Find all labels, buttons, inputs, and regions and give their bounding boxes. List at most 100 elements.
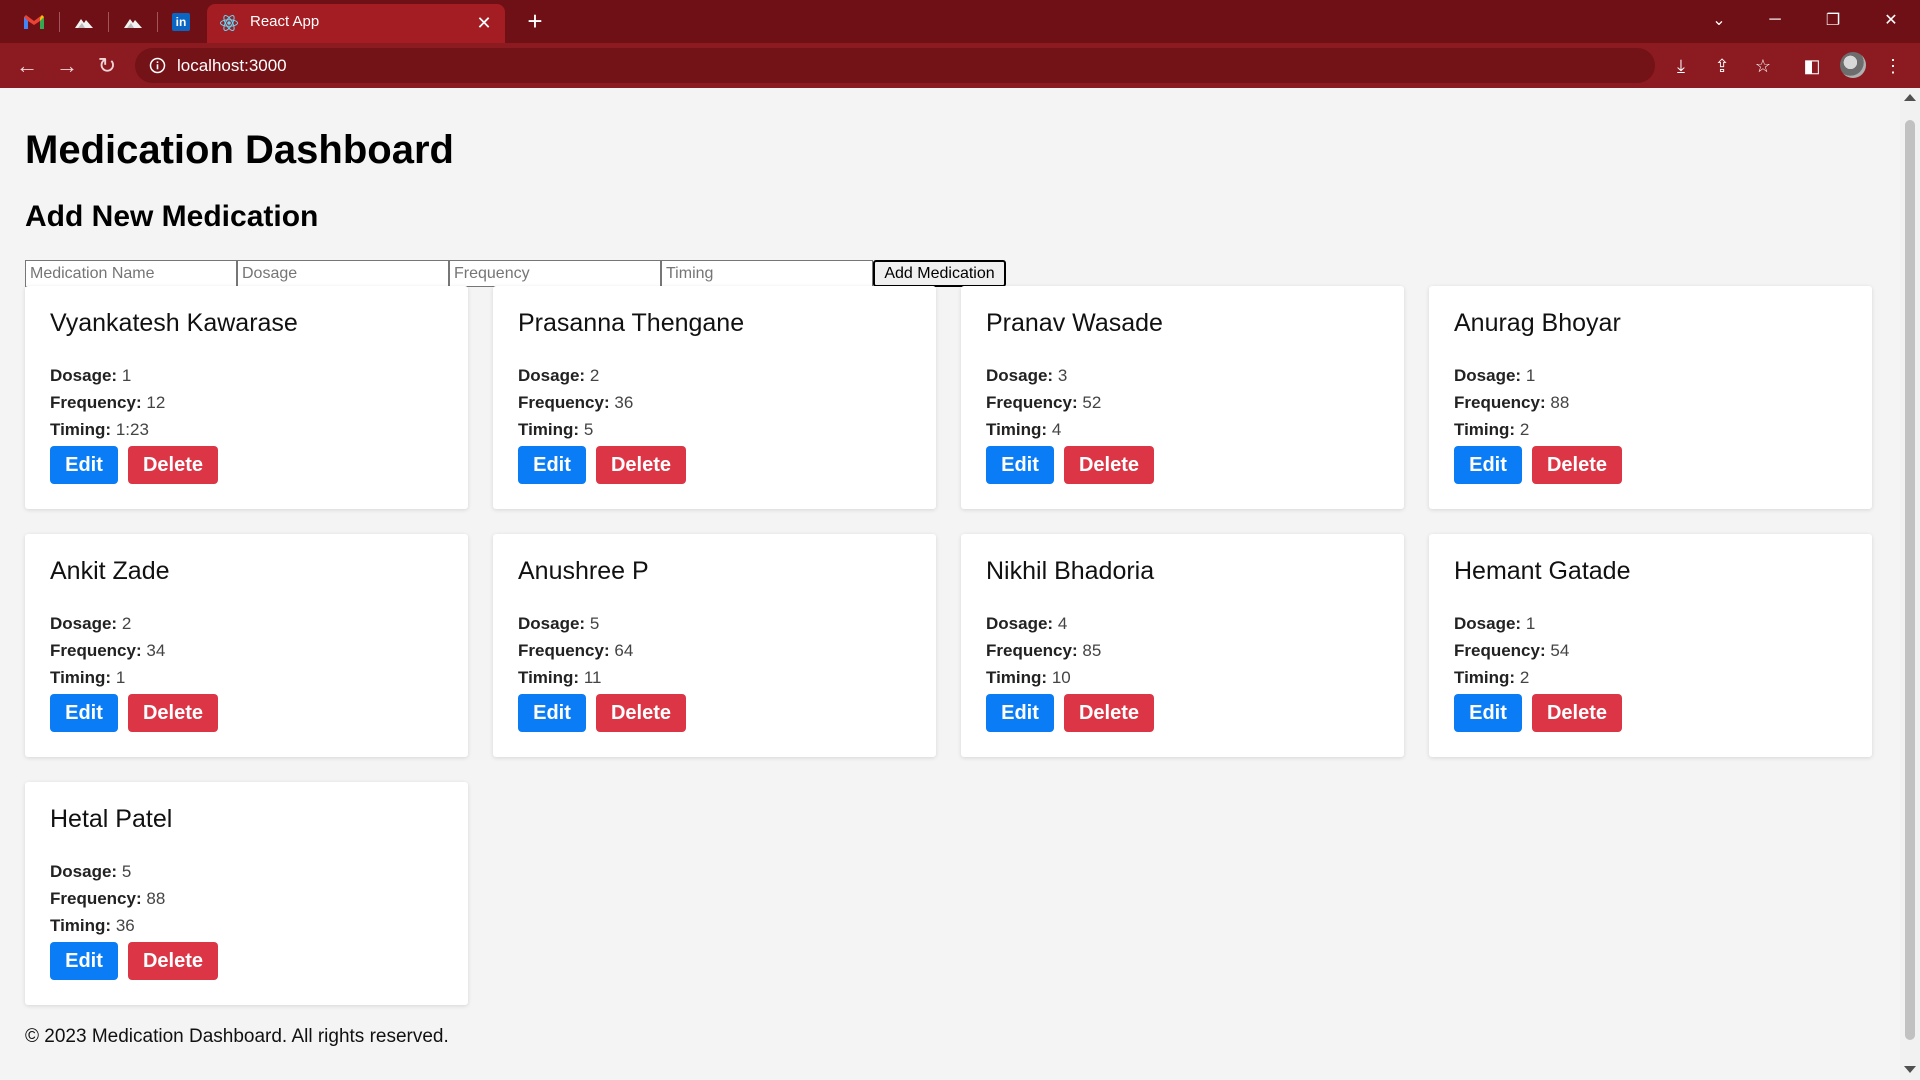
gmail-icon bbox=[24, 14, 44, 29]
medication-grid: Vyankatesh Kawarase Dosage: 1 Frequency:… bbox=[25, 286, 1875, 1005]
dosage-label: Dosage: bbox=[518, 366, 586, 385]
dosage-label: Dosage: bbox=[50, 366, 118, 385]
frequency-line: Frequency: 88 bbox=[1454, 389, 1847, 416]
scrollbar-thumb[interactable] bbox=[1905, 120, 1915, 1040]
timing-label: Timing: bbox=[50, 420, 112, 439]
add-medication-button[interactable]: Add Medication bbox=[873, 260, 1006, 287]
delete-button[interactable]: Delete bbox=[596, 446, 686, 484]
timing-value: 2 bbox=[1519, 420, 1530, 439]
minimize-icon[interactable]: ─ bbox=[1750, 0, 1800, 40]
profile-avatar[interactable] bbox=[1840, 52, 1866, 78]
medication-card: Vyankatesh Kawarase Dosage: 1 Frequency:… bbox=[25, 286, 468, 509]
bookmark-star-icon[interactable]: ☆ bbox=[1748, 51, 1778, 81]
frequency-value: 85 bbox=[1082, 641, 1102, 660]
medication-card: Pranav Wasade Dosage: 3 Frequency: 52 Ti… bbox=[961, 286, 1404, 509]
edit-button[interactable]: Edit bbox=[986, 694, 1054, 732]
reload-icon[interactable]: ↻ bbox=[92, 51, 122, 81]
timing-label: Timing: bbox=[50, 916, 112, 935]
dosage-line: Dosage: 5 bbox=[50, 858, 443, 885]
frequency-value: 88 bbox=[146, 889, 166, 908]
edit-button[interactable]: Edit bbox=[50, 694, 118, 732]
address-bar[interactable]: localhost:3000 bbox=[135, 48, 1655, 83]
dosage-line: Dosage: 2 bbox=[50, 610, 443, 637]
restore-icon[interactable]: ❐ bbox=[1808, 0, 1858, 40]
timing-label: Timing: bbox=[518, 420, 580, 439]
delete-button[interactable]: Delete bbox=[596, 694, 686, 732]
edit-button[interactable]: Edit bbox=[1454, 446, 1522, 484]
card-actions: Edit Delete bbox=[986, 446, 1379, 484]
frequency-line: Frequency: 88 bbox=[50, 885, 443, 912]
timing-label: Timing: bbox=[50, 668, 112, 687]
close-window-icon[interactable]: ✕ bbox=[1866, 0, 1916, 40]
medication-name: Nikhil Bhadoria bbox=[986, 557, 1155, 585]
card-actions: Edit Delete bbox=[986, 694, 1379, 732]
pinned-tab-gmail[interactable] bbox=[10, 0, 58, 43]
dosage-value: 4 bbox=[1057, 614, 1068, 633]
install-icon[interactable]: ⤓ bbox=[1666, 51, 1696, 81]
pinned-tab-linkedin[interactable]: in bbox=[157, 0, 205, 43]
frequency-value: 36 bbox=[614, 393, 634, 412]
frequency-label: Frequency: bbox=[50, 889, 142, 908]
timing-line: Timing: 1 bbox=[50, 664, 443, 691]
delete-button[interactable]: Delete bbox=[128, 446, 218, 484]
side-panel-icon[interactable]: ◧ bbox=[1797, 51, 1827, 81]
frequency-line: Frequency: 36 bbox=[518, 389, 911, 416]
edit-button[interactable]: Edit bbox=[986, 446, 1054, 484]
forward-icon[interactable]: → bbox=[52, 51, 82, 81]
delete-button[interactable]: Delete bbox=[128, 942, 218, 980]
card-actions: Edit Delete bbox=[1454, 694, 1847, 732]
tab-search-icon[interactable]: ⌄ bbox=[1694, 0, 1744, 40]
dosage-line: Dosage: 1 bbox=[50, 362, 443, 389]
frequency-label: Frequency: bbox=[1454, 393, 1546, 412]
browser-toolbar: ← → ↻ localhost:3000 ⤓ ⇪ ☆ ◧ ⋮ bbox=[0, 43, 1920, 88]
delete-button[interactable]: Delete bbox=[1532, 694, 1622, 732]
timing-value: 4 bbox=[1051, 420, 1062, 439]
medication-name: Prasanna Thengane bbox=[518, 309, 745, 337]
dosage-label: Dosage: bbox=[518, 614, 586, 633]
scroll-up-arrow-icon[interactable] bbox=[1904, 94, 1916, 101]
edit-button[interactable]: Edit bbox=[50, 942, 118, 980]
timing-value: 1 bbox=[115, 668, 126, 687]
dosage-value: 2 bbox=[121, 614, 132, 633]
dosage-line: Dosage: 2 bbox=[518, 362, 911, 389]
pinned-tab-cloud-2[interactable] bbox=[109, 0, 157, 43]
card-actions: Edit Delete bbox=[1454, 446, 1847, 484]
card-actions: Edit Delete bbox=[50, 446, 443, 484]
edit-button[interactable]: Edit bbox=[518, 694, 586, 732]
back-icon[interactable]: ← bbox=[12, 51, 42, 81]
edit-button[interactable]: Edit bbox=[518, 446, 586, 484]
frequency-input[interactable] bbox=[449, 260, 661, 287]
medication-name: Hetal Patel bbox=[50, 805, 173, 833]
delete-button[interactable]: Delete bbox=[1064, 446, 1154, 484]
dosage-line: Dosage: 4 bbox=[986, 610, 1379, 637]
frequency-label: Frequency: bbox=[986, 641, 1078, 660]
timing-line: Timing: 2 bbox=[1454, 664, 1847, 691]
pinned-tab-cloud-1[interactable] bbox=[60, 0, 108, 43]
frequency-value: 64 bbox=[614, 641, 634, 660]
dosage-line: Dosage: 1 bbox=[1454, 610, 1847, 637]
new-tab-button[interactable]: + bbox=[520, 4, 550, 38]
scroll-down-arrow-icon[interactable] bbox=[1904, 1066, 1916, 1073]
edit-button[interactable]: Edit bbox=[1454, 694, 1522, 732]
delete-button[interactable]: Delete bbox=[1064, 694, 1154, 732]
delete-button[interactable]: Delete bbox=[1532, 446, 1622, 484]
dosage-value: 3 bbox=[1057, 366, 1068, 385]
close-tab-icon[interactable]: ✕ bbox=[471, 9, 497, 37]
timing-input[interactable] bbox=[661, 260, 873, 287]
dosage-value: 1 bbox=[121, 366, 132, 385]
dosage-line: Dosage: 3 bbox=[986, 362, 1379, 389]
dosage-input[interactable] bbox=[237, 260, 449, 287]
frequency-line: Frequency: 52 bbox=[986, 389, 1379, 416]
share-icon[interactable]: ⇪ bbox=[1707, 51, 1737, 81]
tab-react-app[interactable]: React App ✕ bbox=[207, 4, 505, 43]
delete-button[interactable]: Delete bbox=[128, 694, 218, 732]
menu-dots-icon[interactable]: ⋮ bbox=[1878, 51, 1908, 81]
tab-title: React App bbox=[250, 13, 320, 30]
edit-button[interactable]: Edit bbox=[50, 446, 118, 484]
linkedin-icon: in bbox=[172, 12, 190, 31]
timing-value: 10 bbox=[1051, 668, 1071, 687]
medication-name-input[interactable] bbox=[25, 260, 237, 287]
page-content: Medication Dashboard Add New Medication … bbox=[0, 88, 1900, 1080]
timing-line: Timing: 10 bbox=[986, 664, 1379, 691]
medication-name: Hemant Gatade bbox=[1454, 557, 1631, 585]
